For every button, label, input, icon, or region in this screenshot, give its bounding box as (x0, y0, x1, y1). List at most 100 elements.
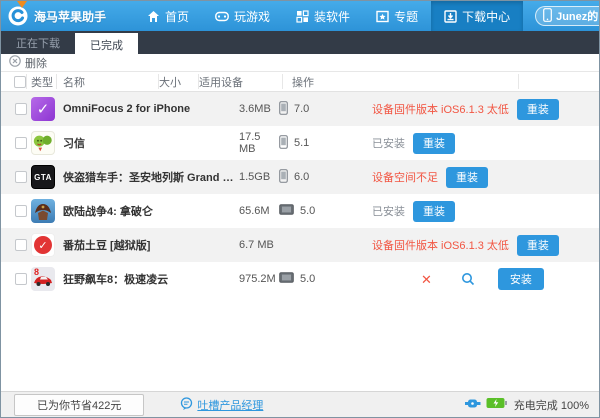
reinstall-button[interactable]: 重装 (517, 235, 559, 256)
app-size: 17.5 MB (239, 131, 279, 155)
install-button[interactable]: 安装 (498, 268, 544, 290)
grid-icon (296, 10, 309, 23)
row-checkbox[interactable] (15, 137, 27, 149)
app-title: 海马苹果助手 (34, 8, 106, 25)
delete-icon (9, 55, 21, 70)
iphone-icon (279, 101, 288, 118)
app-window: 海马苹果助手 首页 玩游戏 装软件 专题 下载中心 (0, 0, 600, 418)
ipad-icon (279, 272, 294, 286)
row-checkbox[interactable] (15, 273, 27, 285)
table-row: ✓ 番茄土豆 [越狱版] 6.7 MB 设备固件版本 iOS6.1.3 太低 重… (1, 228, 599, 262)
app-name: OmniFocus 2 for iPhone (57, 103, 239, 115)
reinstall-button[interactable]: 重装 (413, 133, 455, 154)
table-row: 8 狂野飙车8：极速凌云 975.2M 5.0 ✕ 安装 (1, 262, 599, 296)
status-text: 设备固件版本 iOS6.1.3 太低 (372, 237, 509, 253)
row-checkbox[interactable] (15, 205, 27, 217)
battery-icon (486, 397, 507, 412)
nav-label: 装软件 (314, 8, 350, 25)
table-header: 类型 名称 大小 适用设备 操作 (1, 71, 599, 92)
feedback-link[interactable]: 吐槽产品经理 (180, 397, 263, 413)
table-row: GTA 侠盗猎车手：圣安地列斯 Grand Theft Auto: San An… (1, 160, 599, 194)
status-bar: 已为你节省422元 吐槽产品经理 充电完成 100% (1, 391, 599, 417)
list-toolbar: 删除 (1, 54, 599, 71)
iphone-icon (279, 169, 288, 186)
remove-icon[interactable]: ✕ (421, 273, 432, 286)
ipad-icon (279, 204, 294, 218)
euro-war-app-icon (31, 199, 55, 223)
xixin-app-icon (31, 131, 55, 155)
app-name: 狂野飙车8：极速凌云 (57, 271, 239, 287)
pomotodo-app-icon: ✓ (31, 233, 55, 257)
col-device: 适用设备 (199, 74, 283, 89)
app-name: 番茄土豆 [越狱版] (57, 237, 239, 253)
app-name: 欧陆战争4: 拿破仑 (57, 203, 239, 219)
app-name: 习信 (57, 135, 239, 151)
chat-bubble-icon (180, 397, 193, 413)
omnifocus-app-icon: ✓ (31, 97, 55, 121)
nav-topics[interactable]: 专题 (363, 1, 431, 31)
delete-label: 删除 (25, 55, 47, 71)
col-type: 类型 (27, 74, 57, 89)
topic-icon (376, 10, 389, 23)
usb-plug-icon (464, 397, 481, 413)
battery-label: 充电完成 100% (514, 397, 589, 413)
nav-download-center[interactable]: 下载中心 (431, 1, 523, 31)
home-icon (147, 10, 160, 23)
select-all-checkbox[interactable] (14, 76, 26, 88)
ios-version: 6.0 (294, 171, 309, 183)
ios-version: 5.1 (294, 137, 309, 149)
table-row: 习信 17.5 MB 5.1 已安装 重装 (1, 126, 599, 160)
gta-app-icon: GTA (31, 165, 55, 189)
nav-label: 专题 (394, 8, 418, 25)
download-tabs: 正在下载 已完成 (1, 31, 599, 54)
search-icon[interactable] (461, 272, 475, 286)
app-size: 3.6MB (239, 103, 279, 115)
device-name: Junez的 iPh... (556, 8, 600, 24)
title-bar: 海马苹果助手 首页 玩游戏 装软件 专题 下载中心 (1, 1, 599, 31)
reinstall-button[interactable]: 重装 (517, 99, 559, 120)
row-checkbox[interactable] (15, 239, 27, 251)
app-name: 侠盗猎车手：圣安地列斯 Grand Theft Auto: San Andrea… (57, 169, 239, 185)
phone-icon (543, 8, 552, 25)
table-row: 欧陆战争4: 拿破仑 65.6M 5.0 已安装 重装 (1, 194, 599, 228)
status-text: 设备空间不足 (372, 169, 438, 185)
nav-games[interactable]: 玩游戏 (202, 1, 283, 31)
main-nav: 首页 玩游戏 装软件 专题 下载中心 (134, 1, 523, 31)
tab-downloading[interactable]: 正在下载 (1, 31, 75, 54)
row-checkbox[interactable] (15, 171, 27, 183)
app-size: 975.2M (239, 273, 279, 285)
app-size: 65.6M (239, 205, 279, 217)
col-size: 大小 (159, 74, 199, 89)
col-action: 操作 (283, 74, 519, 89)
feedback-label: 吐槽产品经理 (197, 397, 263, 413)
status-text: 设备固件版本 iOS6.1.3 太低 (372, 101, 509, 117)
app-size: 6.7 MB (239, 239, 279, 251)
reinstall-button[interactable]: 重装 (446, 167, 488, 188)
reinstall-button[interactable]: 重装 (413, 201, 455, 222)
nav-home[interactable]: 首页 (134, 1, 202, 31)
row-checkbox[interactable] (15, 103, 27, 115)
app-logo-icon (8, 6, 28, 26)
status-text: 已安装 (372, 203, 405, 219)
ios-version: 5.0 (300, 273, 315, 285)
col-name: 名称 (57, 74, 159, 89)
asphalt8-app-icon: 8 (31, 267, 55, 291)
gamepad-icon (215, 10, 229, 23)
battery-status: 充电完成 100% (464, 397, 589, 413)
iphone-icon (279, 135, 288, 152)
nav-apps[interactable]: 装软件 (283, 1, 363, 31)
download-icon (444, 10, 457, 23)
nav-label: 下载中心 (462, 8, 510, 25)
status-text: 已安装 (372, 135, 405, 151)
ios-version: 5.0 (300, 205, 315, 217)
savings-button[interactable]: 已为你节省422元 (14, 394, 144, 416)
empty-area (1, 296, 599, 391)
nav-label: 首页 (165, 8, 189, 25)
app-size: 1.5GB (239, 171, 279, 183)
device-button[interactable]: Junez的 iPh... (535, 6, 600, 26)
table-row: ✓ OmniFocus 2 for iPhone 3.6MB 7.0 设备固件版… (1, 92, 599, 126)
delete-button[interactable]: 删除 (9, 55, 47, 71)
tab-completed[interactable]: 已完成 (75, 33, 138, 54)
nav-label: 玩游戏 (234, 8, 270, 25)
ios-version: 7.0 (294, 103, 309, 115)
